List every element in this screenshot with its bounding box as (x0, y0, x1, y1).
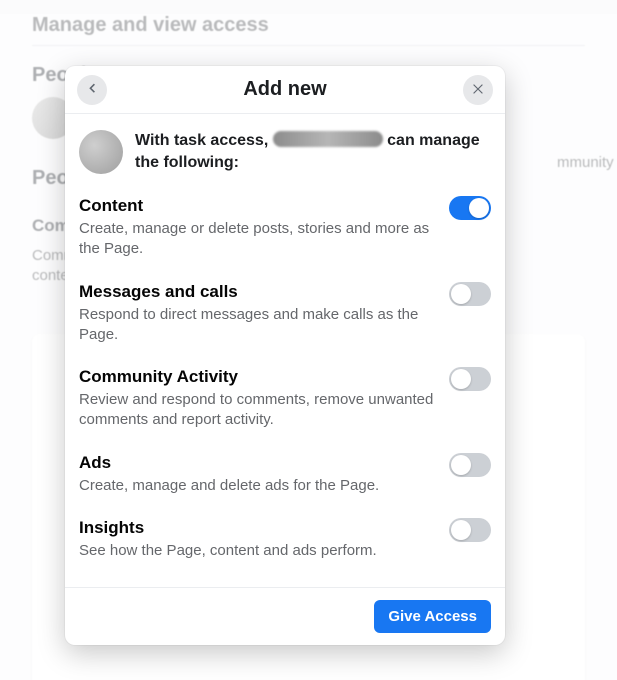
permission-text: Content Create, manage or delete posts, s… (79, 196, 437, 260)
modal-header: Add new (65, 66, 505, 114)
permission-content: Content Create, manage or delete posts, s… (79, 192, 491, 278)
permission-title: Content (79, 196, 437, 216)
avatar (79, 130, 123, 174)
add-new-modal: Add new With task access, can manage the… (65, 66, 505, 645)
intro-row: With task access, can manage the followi… (79, 130, 491, 174)
modal-footer: Give Access (65, 587, 505, 645)
permission-title: Ads (79, 453, 437, 473)
toggle-insights[interactable] (449, 518, 491, 542)
back-button[interactable] (77, 75, 107, 105)
intro-text: With task access, can manage the followi… (135, 130, 491, 173)
intro-before: With task access, (135, 132, 273, 149)
permission-desc: Respond to direct messages and make call… (79, 305, 437, 346)
toggle-messages[interactable] (449, 282, 491, 306)
permission-text: Community Activity Review and respond to … (79, 367, 437, 431)
permission-community: Community Activity Review and respond to … (79, 363, 491, 449)
toggle-ads[interactable] (449, 453, 491, 477)
modal-body: With task access, can manage the followi… (65, 114, 505, 587)
toggle-content[interactable] (449, 196, 491, 220)
modal-title: Add new (243, 78, 326, 101)
close-icon (470, 81, 486, 100)
close-button[interactable] (463, 75, 493, 105)
permission-title: Insights (79, 518, 437, 538)
permission-text: Messages and calls Respond to direct mess… (79, 282, 437, 346)
redacted-name (273, 131, 383, 147)
permission-text: Insights See how the Page, content and ad… (79, 518, 437, 561)
permission-desc: Create, manage and delete ads for the Pa… (79, 476, 437, 496)
arrow-left-icon (84, 81, 100, 100)
toggle-community[interactable] (449, 367, 491, 391)
permission-messages: Messages and calls Respond to direct mess… (79, 278, 491, 364)
permission-desc: Review and respond to comments, remove u… (79, 390, 437, 431)
permission-insights: Insights See how the Page, content and ad… (79, 514, 491, 579)
give-access-button[interactable]: Give Access (374, 600, 491, 633)
permissions-list: Content Create, manage or delete posts, s… (79, 192, 491, 579)
permission-ads: Ads Create, manage and delete ads for the… (79, 449, 491, 514)
permission-desc: See how the Page, content and ads perfor… (79, 541, 437, 561)
permission-desc: Create, manage or delete posts, stories … (79, 219, 437, 260)
permission-text: Ads Create, manage and delete ads for the… (79, 453, 437, 496)
permission-title: Messages and calls (79, 282, 437, 302)
permission-title: Community Activity (79, 367, 437, 387)
